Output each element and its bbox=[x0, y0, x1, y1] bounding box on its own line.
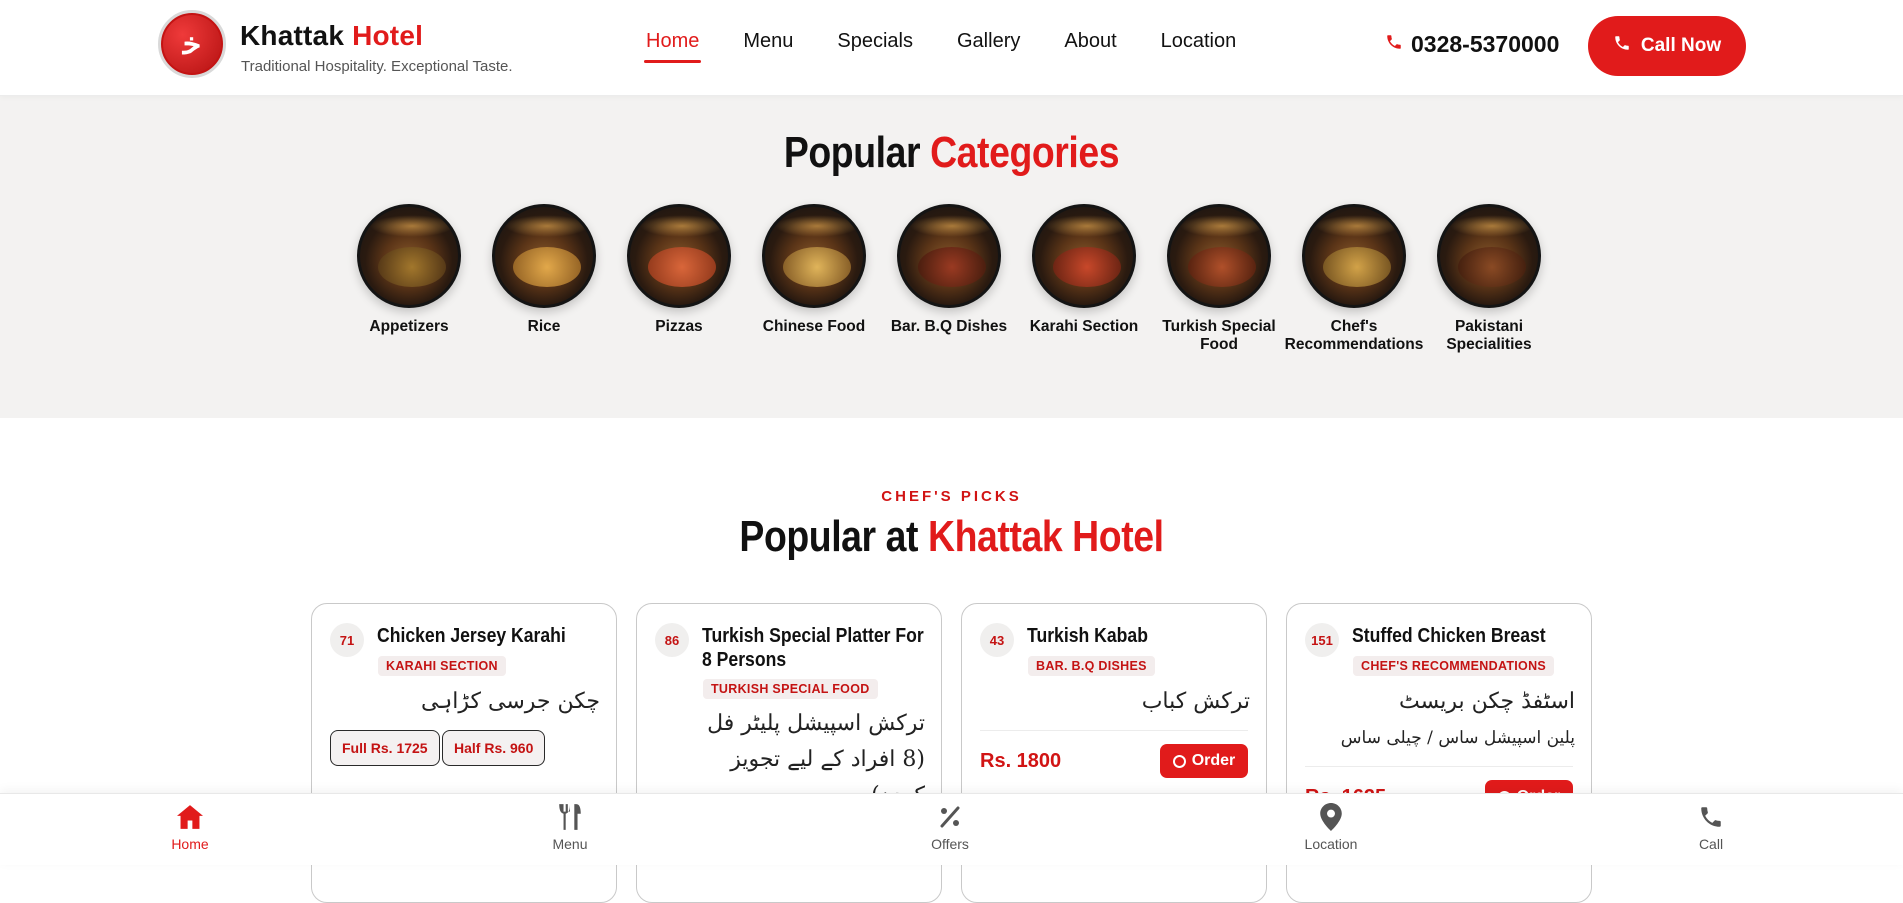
categories-title-second: Categories bbox=[930, 128, 1120, 177]
category-list: Appetizers Rice Pizzas Chinese Food Bar.… bbox=[357, 204, 1541, 354]
dish-urdu-sauce: پلین اسپیشل ساس / چیلی ساس bbox=[1340, 728, 1575, 748]
category-label: Appetizers bbox=[369, 318, 449, 335]
dish-title: Stuffed Chicken Breast bbox=[1352, 625, 1546, 647]
bottom-nav-call[interactable]: Call bbox=[1651, 802, 1771, 852]
price-option-half[interactable]: Half Rs. 960 bbox=[442, 730, 546, 766]
dish-title: Chicken Jersey Karahi bbox=[377, 625, 566, 647]
category-karahi-section[interactable]: Karahi Section bbox=[1030, 204, 1138, 354]
dish-title: Turkish Special Platter For 8 Persons bbox=[702, 625, 924, 671]
category-label: Pizzas bbox=[655, 318, 703, 335]
chefs-picks-kicker: CHEF'S PICKS bbox=[881, 488, 1022, 505]
dish-number: 86 bbox=[655, 623, 689, 657]
chef-icon bbox=[1302, 204, 1406, 308]
nav-gallery[interactable]: Gallery bbox=[957, 30, 1020, 63]
bottom-nav-home[interactable]: Home bbox=[130, 802, 250, 852]
nav-specials[interactable]: Specials bbox=[837, 30, 913, 63]
card-divider bbox=[980, 730, 1248, 731]
rice-icon bbox=[492, 204, 596, 308]
category-label: Bar. B.Q Dishes bbox=[890, 318, 1008, 335]
dish-category-badge: CHEF'S RECOMMENDATIONS bbox=[1353, 656, 1555, 676]
category-pizzas[interactable]: Pizzas bbox=[627, 204, 731, 354]
brand-name-first: Khattak bbox=[240, 20, 345, 51]
category-appetizers[interactable]: Appetizers bbox=[357, 204, 461, 354]
appetizers-icon bbox=[357, 204, 461, 308]
dish-category-badge: BAR. B.Q DISHES bbox=[1028, 656, 1155, 676]
order-button[interactable]: Order bbox=[1160, 744, 1248, 778]
khattak-logo[interactable]: ﺧ bbox=[158, 10, 226, 78]
bottom-nav-label: Menu bbox=[552, 836, 588, 852]
main-nav: Home Menu Specials Gallery About Locatio… bbox=[643, 30, 1237, 63]
whatsapp-icon bbox=[1172, 754, 1186, 768]
percent-icon bbox=[938, 802, 962, 832]
pakistani-icon bbox=[1437, 204, 1541, 308]
dish-urdu-name: چکن جرسی کڑاہی bbox=[421, 689, 600, 714]
home-icon bbox=[175, 802, 205, 832]
call-now-button[interactable]: Call Now bbox=[1588, 16, 1746, 76]
bottom-nav-label: Home bbox=[171, 836, 209, 852]
dish-number: 151 bbox=[1305, 623, 1339, 657]
category-label: Pakistani Specialities bbox=[1446, 318, 1532, 353]
dish-title: Turkish Kabab bbox=[1027, 625, 1148, 647]
popular-categories-section: Popular Categories Appetizers Rice Pizza… bbox=[0, 96, 1903, 418]
phone-icon bbox=[1698, 802, 1724, 832]
karahi-icon bbox=[1032, 204, 1136, 308]
price-option-full[interactable]: Full Rs. 1725 bbox=[330, 730, 440, 766]
noodles-icon bbox=[762, 204, 866, 308]
nav-about[interactable]: About bbox=[1064, 30, 1116, 63]
order-label: Order bbox=[1191, 752, 1236, 769]
category-chefs-recommendations[interactable]: Chef's Recommendations bbox=[1285, 204, 1423, 354]
category-pakistani-specialities[interactable]: Pakistani Specialities bbox=[1437, 204, 1541, 354]
popular-title: Popular at Khattak Hotel bbox=[143, 512, 1761, 562]
phone-icon bbox=[1613, 34, 1631, 58]
dish-urdu-name: ترکش کباب bbox=[1141, 689, 1250, 714]
category-label: Chinese Food bbox=[762, 318, 866, 335]
brand-name-second: Hotel bbox=[352, 20, 424, 51]
header-phone-number: 0328-5370000 bbox=[1411, 31, 1560, 57]
kabab-icon bbox=[1167, 204, 1271, 308]
brand-name[interactable]: Khattak Hotel bbox=[240, 20, 423, 52]
nav-location[interactable]: Location bbox=[1161, 30, 1237, 63]
dish-price: Rs. 1800 bbox=[980, 750, 1062, 772]
map-pin-icon bbox=[1320, 802, 1342, 832]
header-phone[interactable]: 0328-5370000 bbox=[1385, 31, 1559, 58]
dish-urdu-name: اسٹفڈ چکن بریسٹ bbox=[1399, 689, 1575, 714]
categories-title-first: Popular bbox=[783, 128, 921, 177]
bottom-nav-label: Location bbox=[1304, 836, 1358, 852]
pizza-icon bbox=[627, 204, 731, 308]
dish-number: 43 bbox=[980, 623, 1014, 657]
bottom-nav-label: Offers bbox=[931, 836, 969, 852]
dish-number: 71 bbox=[330, 623, 364, 657]
category-label: Karahi Section bbox=[1029, 318, 1139, 335]
popular-title-second: Khattak Hotel bbox=[928, 512, 1164, 561]
nav-home[interactable]: Home bbox=[643, 30, 702, 63]
category-turkish-special-food[interactable]: Turkish Special Food bbox=[1162, 204, 1276, 354]
bottom-nav-menu[interactable]: Menu bbox=[510, 802, 630, 852]
phone-icon bbox=[1385, 33, 1403, 57]
category-bbq-dishes[interactable]: Bar. B.Q Dishes bbox=[891, 204, 1007, 354]
bottom-nav: Home Menu Offers Location Call bbox=[0, 793, 1903, 865]
bottom-nav-offers[interactable]: Offers bbox=[890, 802, 1010, 852]
dish-category-badge: KARAHI SECTION bbox=[378, 656, 506, 676]
bottom-nav-location[interactable]: Location bbox=[1271, 802, 1391, 852]
category-chinese-food[interactable]: Chinese Food bbox=[762, 204, 866, 354]
call-now-label: Call Now bbox=[1640, 35, 1722, 56]
category-rice[interactable]: Rice bbox=[492, 204, 596, 354]
category-label: Rice bbox=[527, 318, 561, 335]
utensils-icon bbox=[557, 802, 583, 832]
category-label: Chef's Recommendations bbox=[1284, 318, 1424, 353]
bottom-nav-label: Call bbox=[1698, 836, 1724, 852]
bbq-icon bbox=[897, 204, 1001, 308]
dish-category-badge: TURKISH SPECIAL FOOD bbox=[703, 679, 878, 699]
categories-title: Popular Categories bbox=[143, 128, 1761, 178]
popular-title-first: Popular at bbox=[739, 512, 919, 561]
category-label: Turkish Special Food bbox=[1162, 318, 1276, 353]
brand-tagline: Traditional Hospitality. Exceptional Tas… bbox=[241, 58, 513, 75]
card-divider bbox=[1305, 766, 1573, 767]
site-header: ﺧ Khattak Hotel Traditional Hospitality.… bbox=[0, 0, 1903, 96]
nav-menu[interactable]: Menu bbox=[743, 30, 793, 63]
